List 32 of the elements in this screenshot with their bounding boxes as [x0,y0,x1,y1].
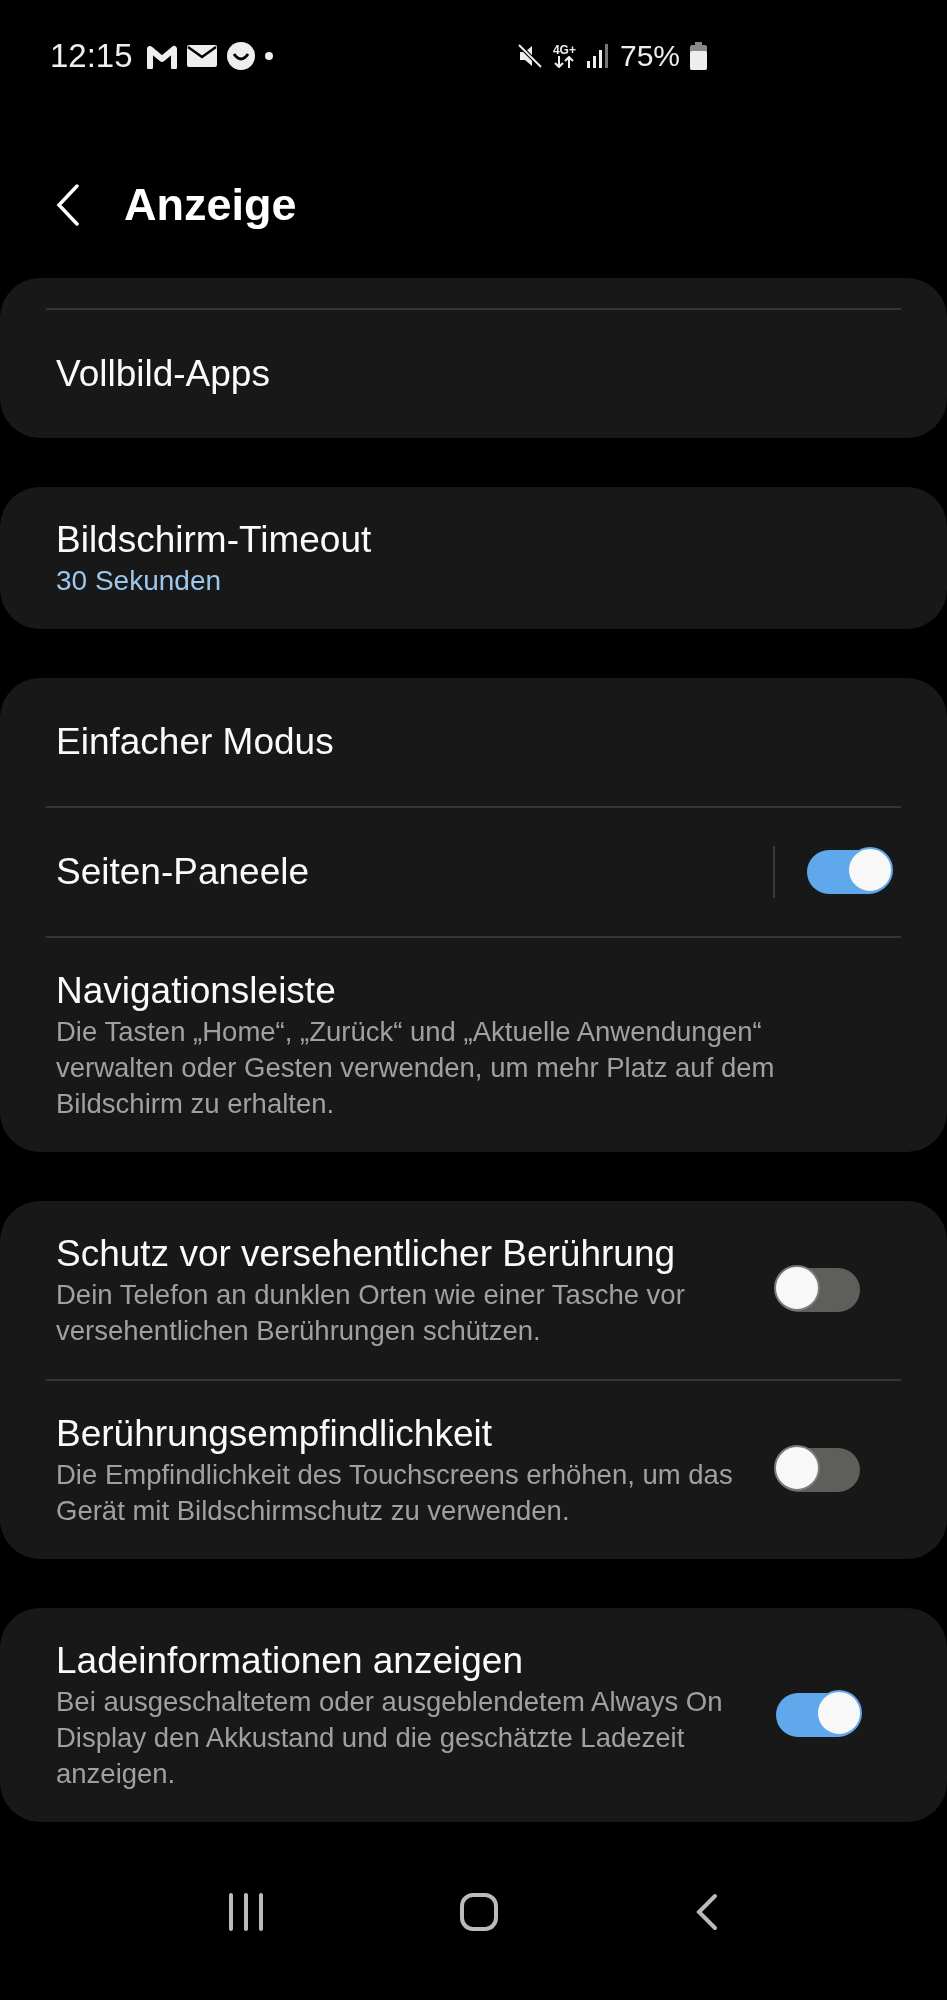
mute-icon [516,43,543,69]
setting-title[interactable]: Schutz vor versehentlicher Berührung [56,1231,676,1277]
setting-title[interactable]: Navigationsleiste [56,968,336,1014]
toggle-switch[interactable] [807,850,891,894]
page-title: Anzeige [124,179,297,231]
back-button[interactable] [56,184,80,226]
battery-percent: 75% [619,39,680,73]
setting-description: Bei ausgeschaltetem oder ausgeblendetem Always On Display den Akkustand und die geschätzte Ladezeit anzeigen. [56,1685,724,1791]
setting-description: Die Tasten „Home“, „Zurück“ und „Aktuelle Anwendungen“ verwalten oder Gesten verwenden, um mehr Platz auf dem Bildschirm zu erhalten. [56,1015,776,1121]
setting-title[interactable]: Berührungsempfindlichkeit [56,1411,492,1457]
recent-apps-button[interactable] [227,1893,264,1931]
data-arrows-icon [554,56,575,68]
setting-title[interactable]: Vollbild-Apps [56,351,270,397]
toggle-switch[interactable] [776,1693,860,1737]
smiley-icon [226,42,255,70]
setting-value: 30 Sekunden [56,564,222,598]
home-button[interactable] [459,1892,500,1932]
signal-icon [585,44,610,68]
mail-icon [186,45,217,67]
dot-icon [264,52,273,60]
setting-description: Dein Telefon an dunklen Orten wie einer Tasche vor versehentlichen Berührungen schützen. [56,1278,686,1348]
toggle-switch[interactable] [776,1268,860,1312]
status-time: 12:15 [50,37,133,75]
setting-title[interactable]: Einfacher Modus [56,719,334,765]
network-type: 4G+ [552,44,576,56]
setting-description: Die Empfindlichkeit des Touchscreens erhöhen, um das Gerät mit Bildschirmschutz zu verwenden. [56,1458,734,1528]
battery-icon [690,42,707,70]
back-nav-button[interactable] [695,1893,720,1931]
setting-title[interactable]: Ladeinformationen anzeigen [56,1638,523,1684]
setting-title[interactable]: Seiten-Paneele [56,849,310,895]
setting-title[interactable]: Bildschirm-Timeout [56,517,372,563]
toggle-switch[interactable] [776,1448,860,1492]
